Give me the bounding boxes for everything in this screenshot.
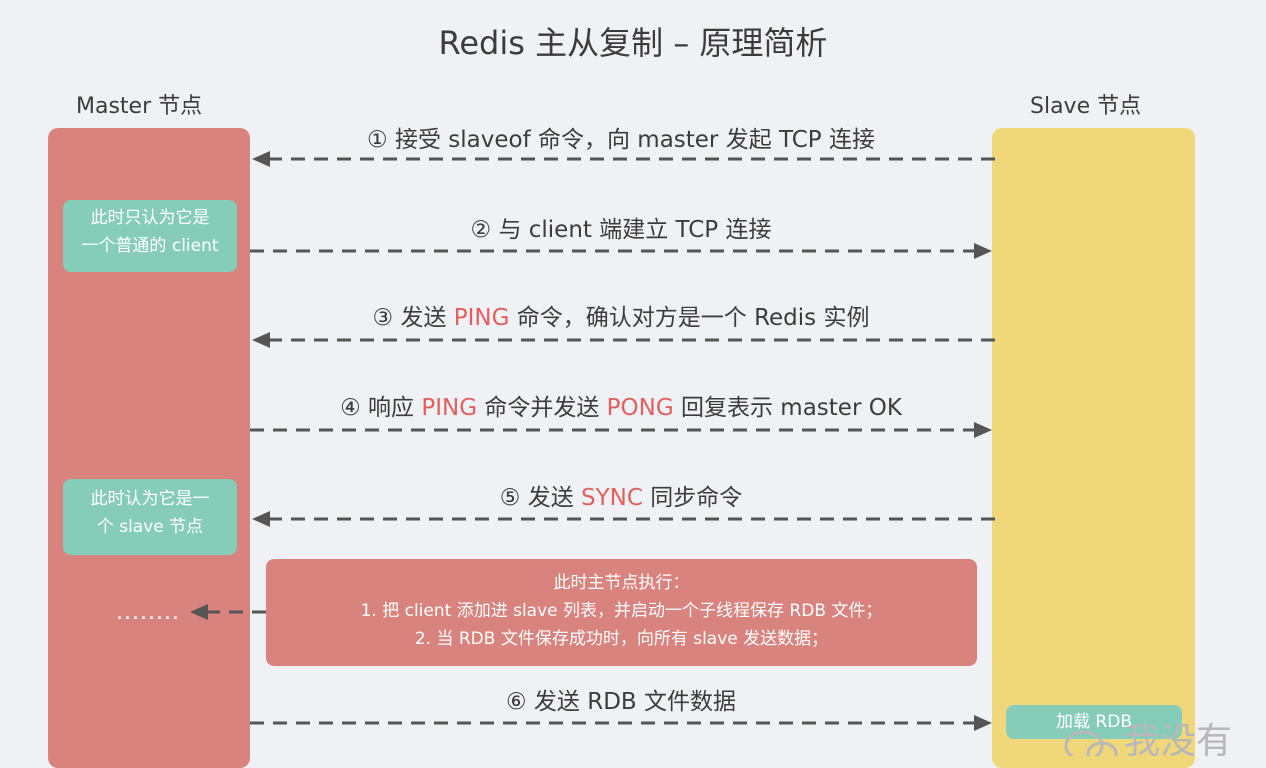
arrowhead-step-6 bbox=[974, 715, 992, 731]
arrowhead-step-2 bbox=[974, 243, 992, 259]
arrowhead-step-1 bbox=[252, 151, 270, 167]
arrowhead-exec bbox=[190, 604, 208, 620]
arrows-layer bbox=[190, 151, 995, 731]
wechat-icon bbox=[1064, 730, 1118, 756]
watermark-text: 我没有 bbox=[1124, 722, 1233, 756]
arrowhead-step-3 bbox=[252, 332, 270, 348]
arrowhead-step-4 bbox=[974, 422, 992, 438]
wechat-watermark: 我没有 bbox=[1062, 722, 1266, 756]
arrowhead-step-5 bbox=[252, 511, 270, 527]
